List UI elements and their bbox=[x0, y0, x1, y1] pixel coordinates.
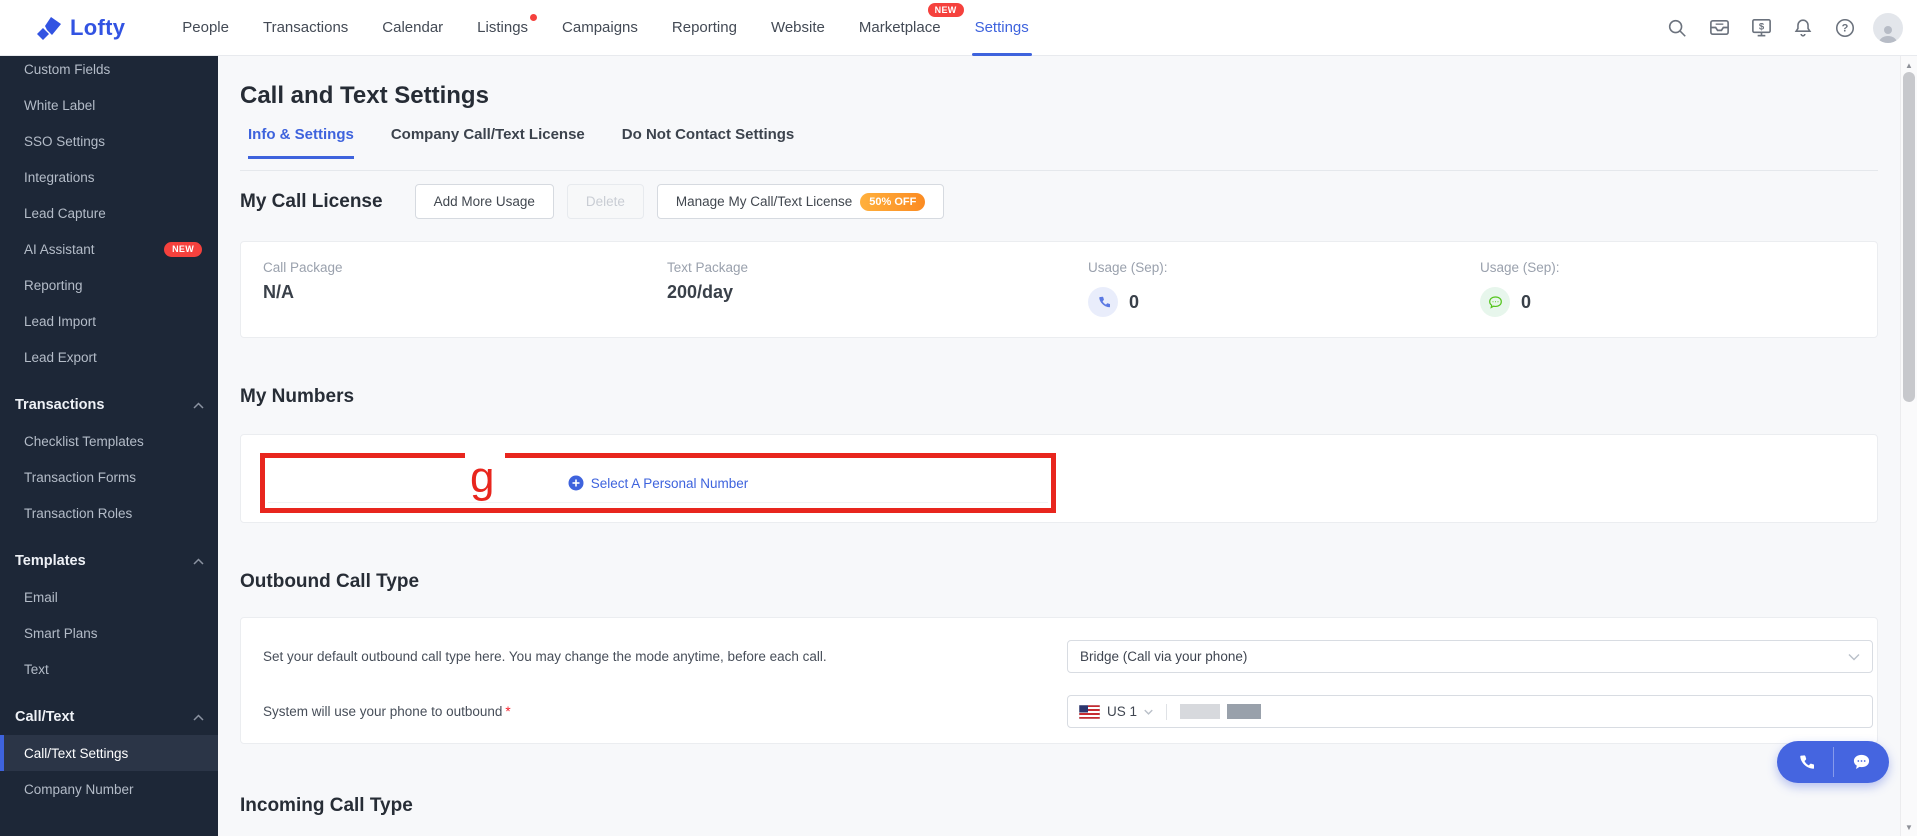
sidebar-item-white-label[interactable]: White Label bbox=[0, 87, 218, 123]
chevron-up-icon bbox=[193, 557, 204, 565]
tab-company-license[interactable]: Company Call/Text License bbox=[391, 126, 585, 159]
sidebar-item-reporting[interactable]: Reporting bbox=[0, 267, 218, 303]
phone-icon bbox=[1799, 755, 1814, 769]
tab-do-not-contact[interactable]: Do Not Contact Settings bbox=[622, 126, 795, 159]
us-flag-icon bbox=[1079, 704, 1100, 719]
sidebar-item-sso-settings[interactable]: SSO Settings bbox=[0, 123, 218, 159]
settings-sidebar: Custom Fields White Label SSO Settings I… bbox=[0, 56, 218, 836]
floating-actions bbox=[1777, 741, 1889, 783]
sidebar-section-transactions[interactable]: Transactions bbox=[0, 387, 218, 423]
chevron-down-icon bbox=[1848, 653, 1860, 660]
outbound-phone-label: System will use your phone to outbound * bbox=[263, 704, 511, 719]
app-window: Lofty People Transactions Calendar Listi… bbox=[0, 0, 1917, 836]
country-code: US 1 bbox=[1107, 704, 1138, 719]
sidebar-item-transaction-roles[interactable]: Transaction Roles bbox=[0, 495, 218, 531]
lofty-logo-icon bbox=[37, 16, 61, 40]
plus-circle-icon bbox=[568, 475, 584, 491]
sms-fab-button[interactable] bbox=[1834, 741, 1890, 783]
sidebar-item-integrations[interactable]: Integrations bbox=[0, 159, 218, 195]
sidebar-item-text[interactable]: Text bbox=[0, 651, 218, 687]
annotation-red-box: Select A Personal Number g bbox=[260, 453, 1056, 513]
chevron-down-icon bbox=[1144, 709, 1153, 715]
lofty-logo[interactable]: Lofty bbox=[36, 15, 125, 41]
license-heading: My Call License bbox=[240, 190, 383, 212]
nav-item-marketplace[interactable]: Marketplace NEW bbox=[842, 0, 964, 56]
sidebar-item-checklist-templates[interactable]: Checklist Templates bbox=[0, 423, 218, 459]
outbound-phone-input[interactable]: US 1 bbox=[1067, 695, 1873, 728]
incoming-heading: Incoming Call Type bbox=[240, 795, 413, 816]
sidebar-list: Custom Fields White Label SSO Settings I… bbox=[0, 56, 218, 807]
nav-item-listings[interactable]: Listings bbox=[460, 0, 545, 56]
sidebar-item-smart-plans[interactable]: Smart Plans bbox=[0, 615, 218, 651]
numbers-card: Select A Personal Number g bbox=[240, 434, 1878, 523]
sidebar-item-ai-assistant[interactable]: AI Assistant NEW bbox=[0, 231, 218, 267]
sidebar-item-call-text-settings[interactable]: Call/Text Settings bbox=[0, 735, 218, 771]
chevron-up-icon bbox=[193, 401, 204, 409]
top-nav: Lofty People Transactions Calendar Listi… bbox=[0, 0, 1917, 56]
nav-item-calendar[interactable]: Calendar bbox=[365, 0, 460, 56]
help-icon[interactable]: ? bbox=[1831, 14, 1859, 42]
sidebar-section-call-text[interactable]: Call/Text bbox=[0, 699, 218, 735]
add-more-usage-button[interactable]: Add More Usage bbox=[414, 184, 554, 219]
delete-button[interactable]: Delete bbox=[566, 184, 644, 219]
discount-badge: 50% OFF bbox=[860, 192, 926, 211]
brand-name: Lofty bbox=[70, 14, 126, 40]
inbox-icon[interactable] bbox=[1705, 14, 1733, 42]
license-card: Call Package N/A Text Package 200/day Us… bbox=[240, 241, 1878, 338]
numbers-heading: My Numbers bbox=[240, 386, 355, 407]
nav-item-settings[interactable]: Settings bbox=[958, 0, 1046, 56]
tabs-divider bbox=[240, 170, 1878, 171]
sidebar-section-templates[interactable]: Templates bbox=[0, 543, 218, 579]
scrollbar-thumb[interactable] bbox=[1903, 72, 1915, 402]
row-divider bbox=[268, 502, 1048, 503]
input-divider bbox=[1166, 703, 1168, 720]
sidebar-item-company-number[interactable]: Company Number bbox=[0, 771, 218, 807]
scroll-up-arrow[interactable]: ▲ bbox=[1901, 58, 1917, 72]
redacted-phone-segment bbox=[1180, 704, 1221, 719]
svg-text:$: $ bbox=[1758, 21, 1764, 32]
required-asterisk: * bbox=[505, 704, 511, 719]
avatar-person-icon bbox=[1879, 25, 1897, 43]
bell-icon[interactable] bbox=[1789, 14, 1817, 42]
outbound-type-select[interactable]: Bridge (Call via your phone) bbox=[1067, 640, 1873, 673]
nav-item-campaigns[interactable]: Campaigns bbox=[545, 0, 655, 56]
tab-bar: Info & Settings Company Call/Text Licens… bbox=[248, 126, 794, 159]
sidebar-item-lead-capture[interactable]: Lead Capture bbox=[0, 195, 218, 231]
sidebar-item-lead-import[interactable]: Lead Import bbox=[0, 303, 218, 339]
billing-monitor-icon[interactable]: $ bbox=[1747, 14, 1775, 42]
main-menu: People Transactions Calendar Listings Ca… bbox=[165, 0, 1046, 56]
new-badge: NEW bbox=[164, 241, 202, 257]
sidebar-item-email[interactable]: Email bbox=[0, 579, 218, 615]
sidebar-item-transaction-forms[interactable]: Transaction Forms bbox=[0, 459, 218, 495]
user-avatar[interactable] bbox=[1873, 12, 1903, 43]
main-content: Call and Text Settings Info & Settings C… bbox=[218, 56, 1900, 836]
sidebar-item-custom-fields[interactable]: Custom Fields bbox=[0, 56, 218, 87]
phone-usage-icon bbox=[1088, 287, 1118, 317]
scroll-down-arrow[interactable]: ▼ bbox=[1901, 820, 1917, 834]
outbound-type-label: Set your default outbound call type here… bbox=[263, 649, 827, 664]
outbound-heading: Outbound Call Type bbox=[240, 571, 420, 592]
page-title: Call and Text Settings bbox=[240, 82, 489, 109]
sidebar-item-lead-export[interactable]: Lead Export bbox=[0, 339, 218, 375]
outbound-card: Set your default outbound call type here… bbox=[240, 617, 1878, 744]
nav-item-transactions[interactable]: Transactions bbox=[246, 0, 365, 56]
manage-license-button[interactable]: Manage My Call/Text License 50% OFF bbox=[656, 184, 945, 219]
nav-utilities: $ ? bbox=[1663, 12, 1903, 43]
search-icon[interactable] bbox=[1663, 14, 1691, 42]
select-personal-number-link[interactable]: Select A Personal Number bbox=[265, 458, 1051, 508]
page-scrollbar: ▲ ▼ bbox=[1900, 56, 1917, 836]
license-header-row: My Call License Add More Usage Delete Ma… bbox=[240, 184, 957, 219]
sms-icon bbox=[1853, 754, 1869, 769]
nav-item-people[interactable]: People bbox=[165, 0, 246, 56]
svg-text:?: ? bbox=[1842, 22, 1849, 34]
nav-item-reporting[interactable]: Reporting bbox=[655, 0, 754, 56]
chevron-up-icon bbox=[193, 713, 204, 721]
text-usage-icon bbox=[1480, 287, 1510, 317]
annotation-letter: g bbox=[470, 453, 495, 502]
nav-item-website[interactable]: Website bbox=[754, 0, 842, 56]
tab-info-settings[interactable]: Info & Settings bbox=[248, 126, 354, 159]
notification-dot bbox=[530, 13, 538, 21]
call-fab-button[interactable] bbox=[1777, 741, 1833, 783]
redacted-phone-segment bbox=[1227, 704, 1262, 719]
